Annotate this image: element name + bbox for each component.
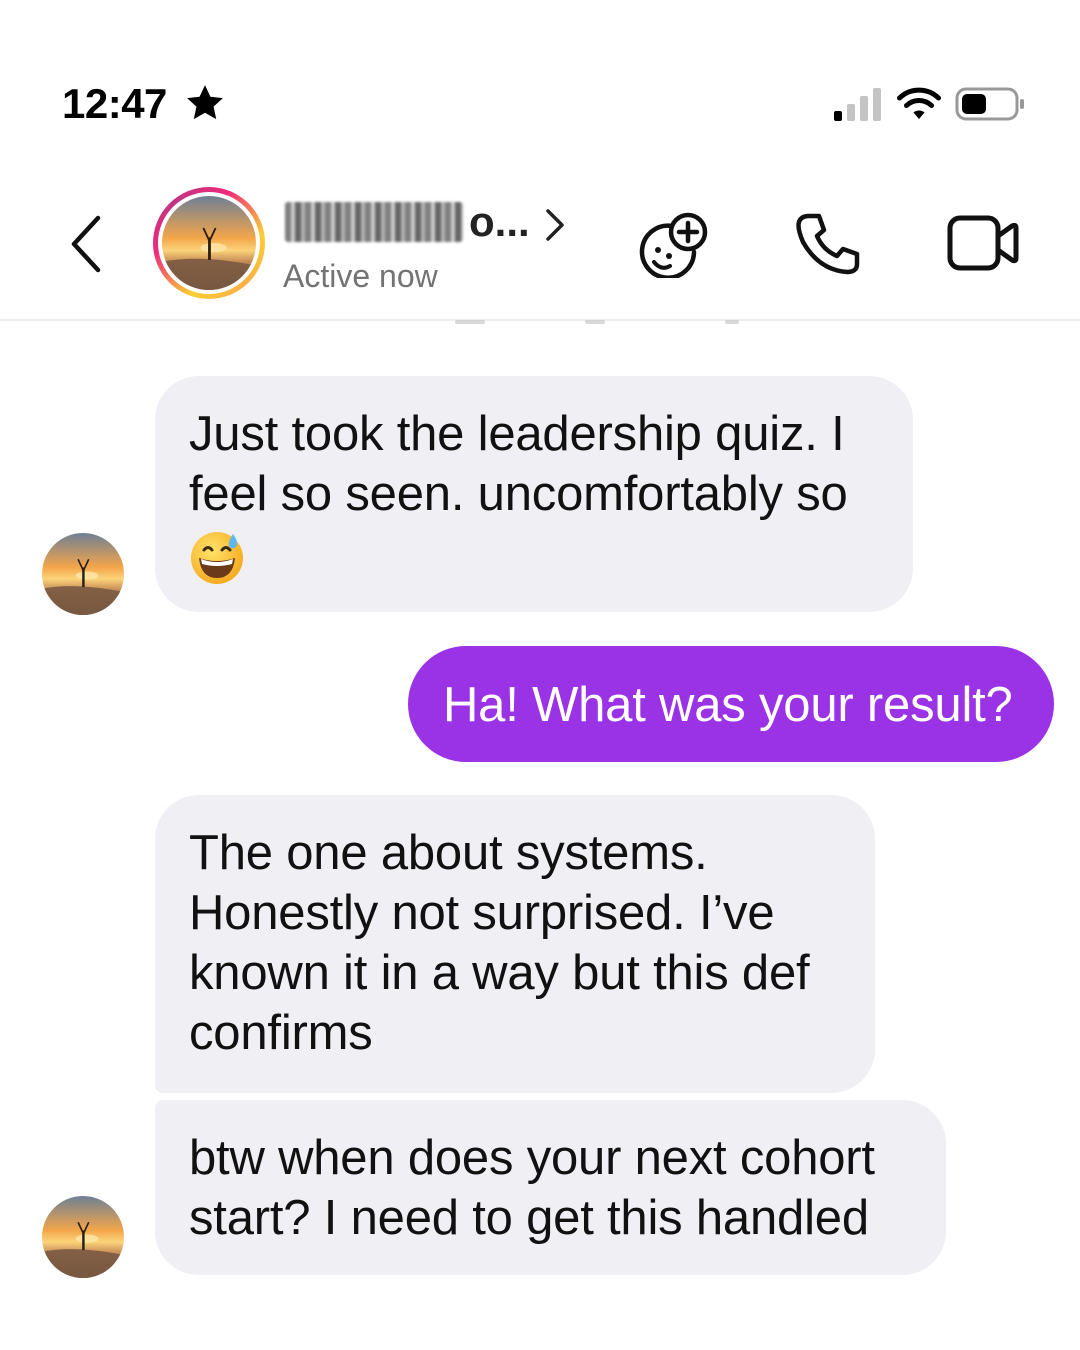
active-status: Active now <box>283 258 438 294</box>
message-text: Just took the leadership quiz. I feel so… <box>189 407 848 521</box>
header-divider <box>0 319 1080 321</box>
avatar-photo <box>162 196 256 290</box>
cellular-signal-icon <box>834 88 881 121</box>
cutoff-text <box>725 320 739 324</box>
video-camera-icon[interactable] <box>946 214 1020 272</box>
face-sticker-plus-icon[interactable] <box>636 208 710 278</box>
message-text: Ha! What was your result? <box>443 678 1013 732</box>
cutoff-text <box>585 320 605 324</box>
incoming-message-bubble[interactable]: btw when does your next cohort start? I … <box>155 1100 946 1275</box>
outgoing-message-bubble[interactable]: Ha! What was your result? <box>408 646 1054 762</box>
redacted-name <box>285 202 463 242</box>
status-time: 12:47 <box>62 80 167 127</box>
contact-avatar[interactable] <box>153 187 265 299</box>
star-icon <box>187 85 223 120</box>
message-text: The one about systems. Honestly not surp… <box>189 826 810 1060</box>
incoming-message-bubble[interactable]: Just took the leadership quiz. I feel so… <box>155 376 913 612</box>
wifi-icon <box>897 87 941 119</box>
contact-name[interactable]: o... <box>285 198 530 246</box>
sender-avatar[interactable] <box>42 533 124 615</box>
message-text: btw when does your next cohort start? I … <box>189 1131 875 1245</box>
contact-name-text: o... <box>469 198 530 245</box>
chevron-right-icon[interactable] <box>540 205 570 245</box>
battery-icon <box>955 87 1024 121</box>
phone-icon[interactable] <box>795 212 861 276</box>
chevron-left-icon[interactable] <box>62 214 114 274</box>
cutoff-text <box>455 320 485 324</box>
incoming-message-bubble[interactable]: The one about systems. Honestly not surp… <box>155 795 875 1093</box>
grinning-face-with-sweat-icon <box>191 532 243 585</box>
sender-avatar[interactable] <box>42 1196 124 1278</box>
